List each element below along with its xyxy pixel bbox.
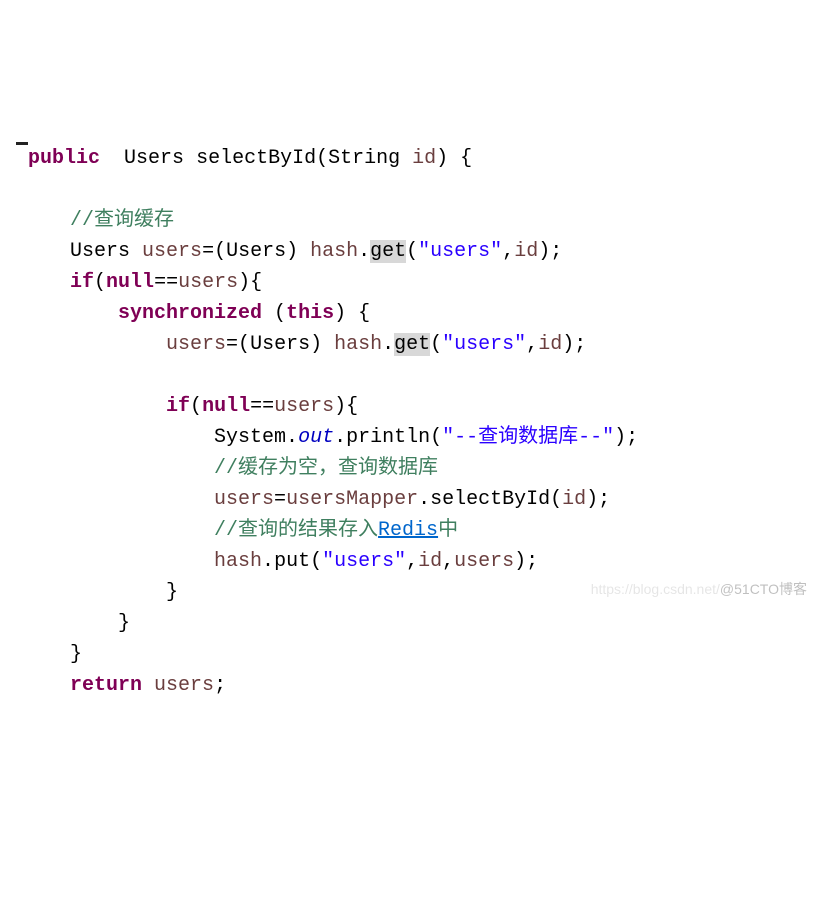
type-users: Users (124, 147, 184, 170)
var-users: users (166, 333, 226, 356)
param-name: id (412, 147, 436, 170)
field-out: out (298, 426, 334, 449)
var-hash: hash (334, 333, 382, 356)
comment-cache: //查询缓存 (70, 209, 174, 232)
watermark-text: https://blog.csdn.net/@51CTO博客 (591, 579, 807, 601)
comment-store-redis: //查询的结果存入Redis中 (214, 519, 458, 542)
var-users: users (214, 488, 274, 511)
var-hash: hash (214, 550, 262, 573)
keyword-public: public (28, 147, 100, 170)
keyword-if: if (166, 395, 190, 418)
var-id: id (514, 240, 538, 263)
cast-users: Users (250, 333, 310, 356)
method-get: get (370, 240, 406, 263)
var-id: id (538, 333, 562, 356)
var-id: id (562, 488, 586, 511)
redis-link: Redis (378, 519, 438, 542)
var-users: users (142, 240, 202, 263)
string-users: "users" (418, 240, 502, 263)
var-hash: hash (310, 240, 358, 263)
method-println: println (346, 426, 430, 449)
cast-users: Users (226, 240, 286, 263)
keyword-null: null (106, 271, 154, 294)
comment-cache-empty: //缓存为空，查询数据库 (214, 457, 438, 480)
method-name: selectById (196, 147, 316, 170)
string-users: "users" (442, 333, 526, 356)
var-users: users (154, 674, 214, 697)
class-system: System (214, 426, 286, 449)
var-users: users (274, 395, 334, 418)
keyword-return: return (70, 674, 142, 697)
string-db-query: "--查询数据库--" (442, 426, 614, 449)
keyword-if: if (70, 271, 94, 294)
keyword-synchronized: synchronized (118, 302, 262, 325)
keyword-null: null (202, 395, 250, 418)
method-get: get (394, 333, 430, 356)
type-users: Users (70, 240, 130, 263)
cursor-mark (16, 142, 28, 145)
var-users: users (178, 271, 238, 294)
var-users: users (454, 550, 514, 573)
keyword-this: this (286, 302, 334, 325)
var-id: id (418, 550, 442, 573)
string-users: "users" (322, 550, 406, 573)
method-selectbyid: selectById (430, 488, 550, 511)
param-type: String (328, 147, 400, 170)
method-put: put (274, 550, 310, 573)
code-block: public Users selectById(String id) { //查… (22, 142, 805, 701)
var-usersmapper: usersMapper (286, 488, 418, 511)
